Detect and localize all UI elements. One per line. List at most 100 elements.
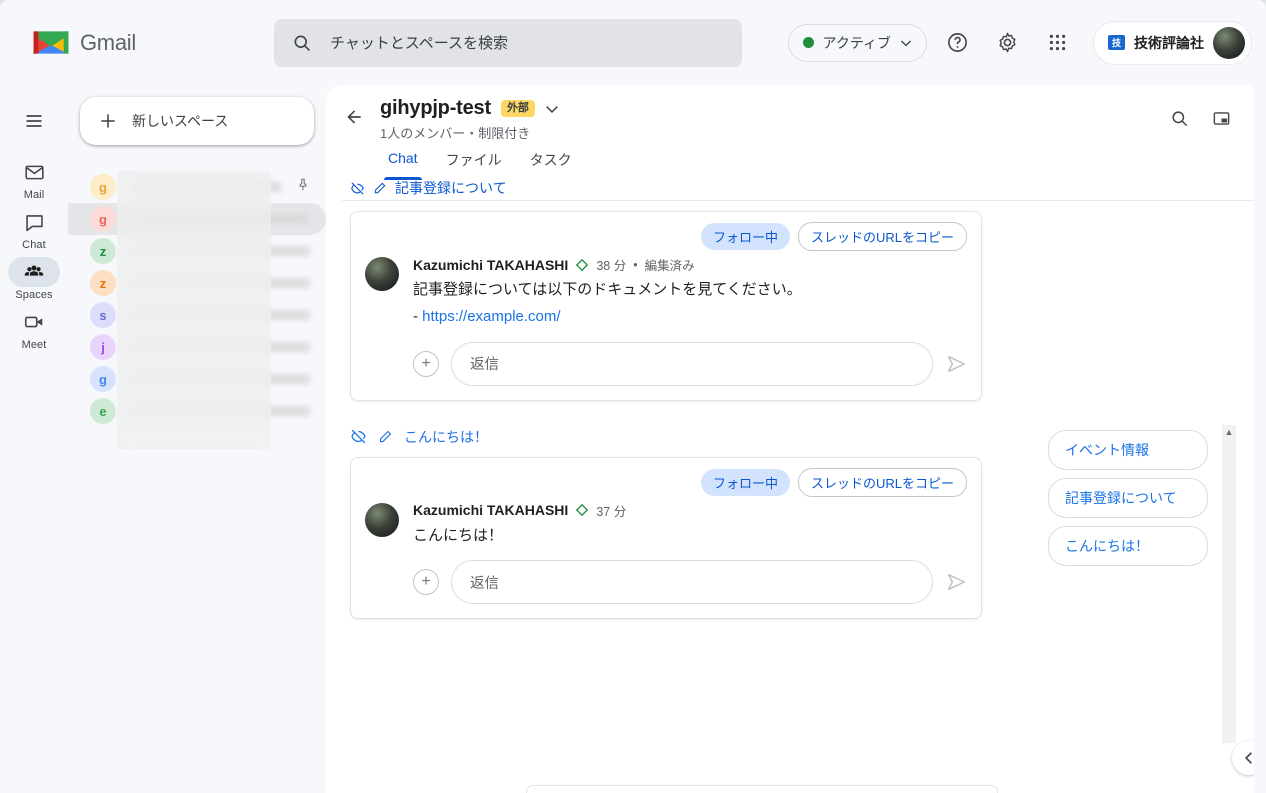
suggestion-chip[interactable]: イベント情報	[1048, 430, 1208, 470]
space-name	[130, 310, 310, 320]
tab-files[interactable]: ファイル	[432, 150, 516, 180]
page-title: gihypjp-test	[380, 97, 491, 119]
rail-item-mail[interactable]: Mail	[6, 157, 62, 201]
chevron-down-icon[interactable]	[545, 102, 559, 116]
pencil-icon	[374, 182, 386, 194]
thread-header-clipped[interactable]: 記事登録について	[350, 180, 1254, 196]
add-attachment-button[interactable]: +	[413, 569, 439, 596]
message-link-prefix: -	[413, 307, 423, 325]
main-menu-icon[interactable]	[14, 101, 54, 141]
message-text: こんにちは！	[413, 526, 504, 544]
status-label: アクティブ	[822, 34, 891, 51]
space-avatar: g	[90, 366, 116, 392]
thread-scroll-area[interactable]: 記事登録について フォロー中 スレッドのURLをコピー Kazumichi TA…	[326, 180, 1254, 793]
smart-reply-suggestions: イベント情報 記事登録について こんにちは！	[1048, 430, 1208, 566]
gmail-logo-text: Gmail	[80, 29, 136, 55]
copy-thread-url-button[interactable]: スレッドのURLをコピー	[797, 222, 967, 251]
org-logo-icon: 技	[1108, 35, 1125, 50]
gmail-logo[interactable]: Gmail	[14, 28, 252, 57]
rail-item-chat[interactable]: Chat	[6, 207, 62, 251]
list-item[interactable]: z	[68, 235, 326, 267]
list-item[interactable]: e	[68, 395, 326, 427]
list-item[interactable]: j	[68, 331, 326, 363]
help-icon[interactable]	[937, 23, 977, 63]
send-button[interactable]	[945, 571, 967, 593]
left-rail: Mail Chat Spaces Meet	[0, 85, 68, 793]
spaces-icon	[8, 257, 60, 287]
message-time: 38 分	[596, 259, 627, 273]
plus-icon	[101, 114, 115, 128]
message-time-separator: •	[633, 257, 638, 272]
space-name	[130, 246, 310, 256]
eye-off-icon[interactable]	[350, 428, 367, 445]
send-button[interactable]	[945, 353, 967, 375]
mail-icon	[8, 157, 60, 187]
gmail-header: Gmail チャットとスペースを検索 アクティブ 技 技術評論社	[0, 0, 1266, 85]
header-actions: アクティブ 技 技術評論社	[787, 20, 1252, 65]
space-avatar: g	[90, 174, 116, 200]
status-dot-icon	[802, 37, 814, 48]
list-item[interactable]: s	[68, 299, 326, 331]
follow-button[interactable]: フォロー中	[700, 468, 790, 496]
tab-chat[interactable]: Chat	[374, 150, 432, 180]
open-in-window-icon[interactable]	[1204, 101, 1238, 135]
back-arrow-icon[interactable]	[338, 101, 370, 133]
space-avatar: s	[90, 302, 116, 328]
add-attachment-button[interactable]: +	[413, 350, 439, 377]
new-space-label: 新しいスペース	[132, 113, 229, 129]
message-author: Kazumichi TAKAHASHI	[413, 502, 569, 518]
space-name	[130, 214, 310, 224]
follow-button[interactable]: フォロー中	[700, 223, 790, 250]
suggestion-chip[interactable]: こんにちは！	[1048, 526, 1208, 566]
rail-item-label: Mail	[23, 189, 45, 201]
reply-input[interactable]: 返信	[451, 341, 933, 386]
list-item[interactable]: z	[68, 267, 326, 299]
rail-item-meet[interactable]: Meet	[6, 307, 62, 351]
space-avatar: z	[90, 238, 116, 264]
message-author: Kazumichi TAKAHASHI	[413, 256, 569, 273]
suggestion-chip[interactable]: 記事登録について	[1048, 478, 1208, 518]
message-composer[interactable]	[526, 785, 998, 793]
message-link[interactable]: https://example.com/	[422, 308, 560, 325]
apps-grid-icon[interactable]	[1037, 23, 1077, 63]
tab-tasks[interactable]: タスク	[516, 150, 586, 180]
rail-item-label: Meet	[21, 339, 47, 351]
list-item[interactable]: g	[68, 203, 326, 235]
account-chip[interactable]: 技 技術評論社	[1093, 20, 1252, 65]
account-org-name: 技術評論社	[1134, 34, 1204, 51]
gear-icon[interactable]	[987, 23, 1027, 63]
message-card: フォロー中 スレッドのURLをコピー Kazumichi TAKAHASHI 3…	[350, 456, 982, 620]
status-selector[interactable]: アクティブ	[787, 23, 927, 62]
new-space-button[interactable]: 新しいスペース	[80, 97, 314, 145]
list-item[interactable]: g	[68, 171, 326, 203]
reply-input[interactable]: 返信	[451, 560, 933, 605]
external-user-diamond-icon	[576, 258, 589, 271]
rail-item-label: Chat	[22, 239, 46, 251]
search-placeholder: チャットとスペースを検索	[330, 35, 509, 52]
space-name	[130, 406, 310, 416]
external-user-diamond-icon	[576, 503, 589, 517]
gmail-logo-icon	[33, 31, 69, 55]
thread-header-label: 記事登録について	[395, 180, 507, 196]
pin-icon[interactable]	[296, 178, 310, 197]
space-header: gihypjp-test 外部 1人のメンバー・制限付き Chat ファイル タ…	[326, 85, 1254, 180]
divider	[342, 200, 1254, 201]
rail-item-spaces[interactable]: Spaces	[6, 257, 62, 301]
message-time: 37 分	[596, 504, 627, 519]
space-panel: gihypjp-test 外部 1人のメンバー・制限付き Chat ファイル タ…	[326, 85, 1254, 793]
chat-icon	[8, 207, 60, 237]
vertical-scrollbar[interactable]: ▲	[1222, 425, 1236, 743]
search-icon	[294, 35, 311, 51]
scroll-up-icon[interactable]: ▲	[1222, 425, 1236, 439]
search-input[interactable]: チャットとスペースを検索	[274, 18, 742, 67]
avatar	[1213, 26, 1245, 59]
status-badge: 外部	[500, 99, 535, 118]
gmail-app: Mail Chat Spaces Meet 新しいスペース g g z z s …	[0, 85, 1266, 793]
pencil-icon[interactable]	[378, 429, 393, 444]
search-icon[interactable]	[1162, 101, 1196, 135]
space-name	[130, 182, 282, 192]
meet-icon	[8, 307, 60, 337]
list-item[interactable]: g	[68, 363, 326, 395]
copy-thread-url-button[interactable]: スレッドのURLをコピー	[797, 467, 967, 497]
message-text: 記事登録については以下のドキュメントを見てください。	[413, 281, 802, 298]
